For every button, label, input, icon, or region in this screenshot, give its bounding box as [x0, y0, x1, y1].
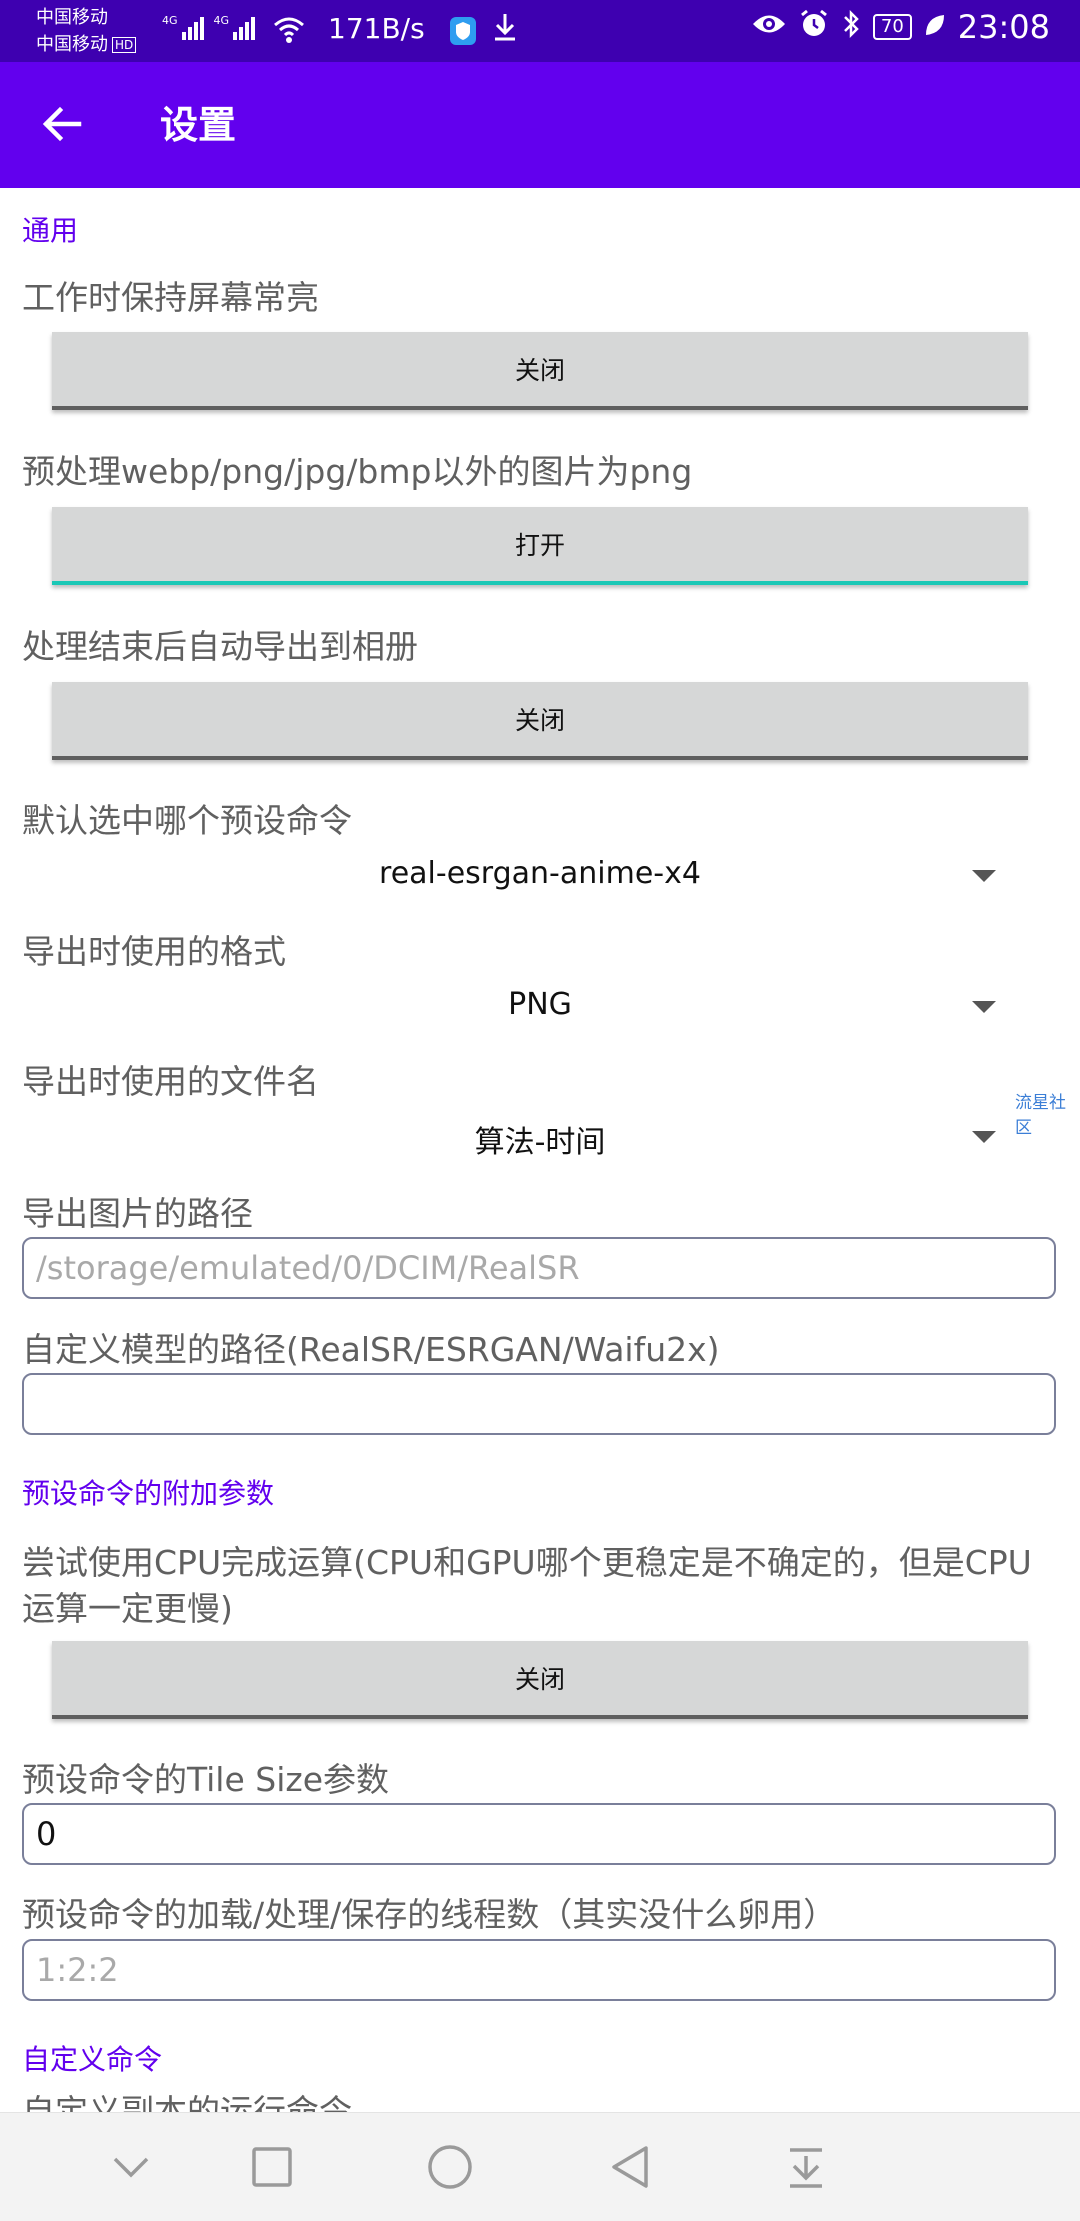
carrier-2: 中国移动: [36, 34, 108, 55]
partial-setting-label: 自定义副本的运行命令: [22, 2092, 352, 2112]
back-button[interactable]: [30, 92, 94, 156]
network-type-2: 4G: [213, 14, 230, 27]
keep-screen-on-label: 工作时保持屏幕常亮: [22, 278, 319, 317]
shield-app-icon: [450, 17, 476, 45]
battery-icon: 70: [872, 14, 912, 40]
bluetooth-icon: [841, 9, 861, 46]
square-recents-icon[interactable]: [244, 2139, 300, 2195]
threads-input[interactable]: [22, 1939, 1056, 2001]
dropdown-value: PNG: [508, 987, 572, 1022]
export-format-label: 导出时使用的格式: [22, 932, 286, 971]
export-format-dropdown[interactable]: PNG: [0, 973, 1080, 1043]
signal-icon-2: 4G: [214, 14, 256, 40]
default-preset-dropdown[interactable]: real-esrgan-anime-x4: [0, 842, 1080, 912]
triangle-back-icon[interactable]: [602, 2139, 658, 2195]
keep-screen-on-toggle[interactable]: 关闭: [52, 332, 1028, 410]
status-right-icons: 70 23:08: [751, 8, 1050, 46]
toggle-state: 关闭: [514, 706, 565, 735]
arrow-left-icon: [42, 106, 82, 142]
section-header-preset-params: 预设命令的附加参数: [22, 1477, 275, 1510]
toggle-state: 关闭: [514, 1665, 565, 1694]
preprocess-png-label: 预处理webp/png/jpg/bmp以外的图片为png: [22, 452, 693, 491]
carrier-1: 中国移动: [36, 7, 108, 28]
signal-icon-1: 4G: [162, 14, 204, 40]
dropdown-value: 算法-时间: [474, 1125, 606, 1160]
dropdown-arrow-icon: [972, 870, 996, 882]
dropdown-arrow-icon: [972, 1131, 996, 1143]
dropdown-value: real-esrgan-anime-x4: [379, 856, 701, 891]
auto-export-label: 处理结束后自动导出到相册: [22, 627, 418, 666]
app-bar: 设置: [0, 62, 1080, 188]
tile-size-label: 预设命令的Tile Size参数: [22, 1760, 390, 1799]
custom-model-path-label: 自定义模型的路径(RealSR/ESRGAN/Waifu2x): [22, 1330, 720, 1369]
download-icon: [490, 10, 520, 51]
default-preset-label: 默认选中哪个预设命令: [22, 801, 352, 840]
preprocess-png-toggle[interactable]: 打开: [52, 507, 1028, 585]
toggle-state: 关闭: [514, 356, 565, 385]
wifi-icon: [272, 12, 306, 53]
status-bar: 中国移动 中国移动 HD 4G 4G 171B/s 70 23:08: [0, 0, 1080, 62]
section-header-general: 通用: [22, 214, 79, 247]
section-header-custom-cmd: 自定义命令: [22, 2043, 163, 2076]
watermark: 流星社区: [1015, 1093, 1066, 1138]
export-path-label: 导出图片的路径: [22, 1194, 253, 1233]
notification-pulldown-icon[interactable]: [778, 2139, 834, 2195]
hd-badge: HD: [112, 37, 137, 53]
export-filename-label: 导出时使用的文件名: [22, 1062, 319, 1101]
signal-strength: 4G 4G: [162, 14, 256, 40]
leaf-icon: [924, 11, 946, 44]
chevron-down-icon[interactable]: [103, 2139, 159, 2195]
carrier-info: 中国移动 中国移动 HD: [36, 4, 137, 58]
circle-home-icon[interactable]: [422, 2139, 478, 2195]
network-speed: 171B/s: [328, 12, 425, 45]
page-title: 设置: [160, 103, 237, 147]
network-type-1: 4G: [162, 14, 178, 27]
alarm-icon: [799, 9, 829, 46]
export-path-input[interactable]: [22, 1237, 1056, 1299]
custom-model-path-input[interactable]: [22, 1373, 1056, 1435]
use-cpu-label: 尝试使用CPU完成运算(CPU和GPU哪个更稳定是不确定的，但是CPU运算一定更…: [22, 1543, 1032, 1628]
auto-export-toggle[interactable]: 关闭: [52, 682, 1028, 760]
export-filename-dropdown[interactable]: 算法-时间: [0, 1103, 1080, 1173]
navigation-bar: [0, 2112, 1080, 2221]
dropdown-arrow-icon: [972, 1001, 996, 1013]
toggle-state: 打开: [514, 531, 565, 560]
clock: 23:08: [957, 8, 1050, 46]
eye-icon: [751, 11, 787, 44]
tile-size-input[interactable]: [22, 1803, 1056, 1865]
threads-label: 预设命令的加载/处理/保存的线程数（其实没什么卵用）: [22, 1895, 837, 1934]
use-cpu-toggle[interactable]: 关闭: [52, 1641, 1028, 1719]
